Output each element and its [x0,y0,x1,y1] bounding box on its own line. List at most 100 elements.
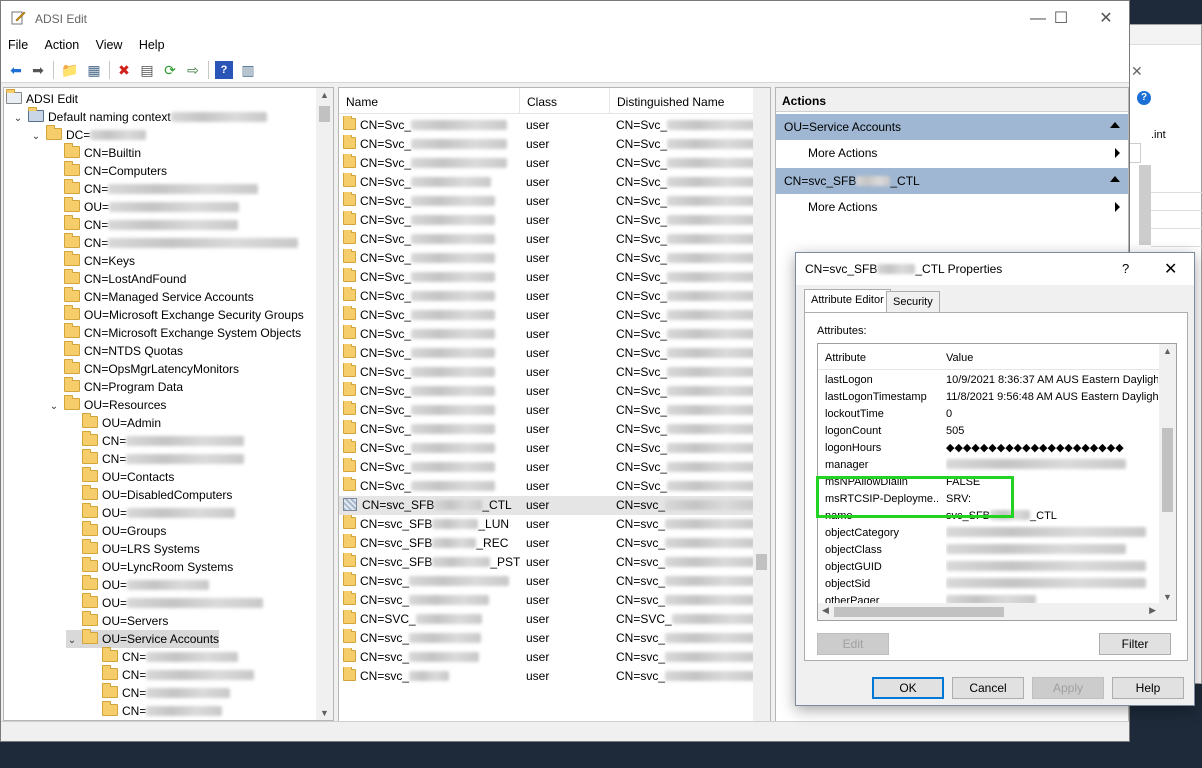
column-value[interactable]: Value [946,352,973,364]
tree-node[interactable]: OU=Contacts [82,467,174,486]
tree-node[interactable]: OU=Microsoft Exchange Security Groups [64,305,304,324]
list-item[interactable]: CN=Svc_ user CN=Svc_ [339,116,755,135]
tree-node[interactable]: ⌄ OU=Resources [48,395,166,414]
attributes-vertical-scrollbar[interactable]: ▲ ▼ [1159,344,1176,604]
collapse-icon[interactable]: ⌄ [12,110,24,128]
tree-node[interactable]: CN= [102,683,231,702]
scroll-down-icon[interactable]: ▼ [1159,592,1176,602]
attribute-row[interactable]: logonHours ◆◆◆◆◆◆◆◆◆◆◆◆◆◆◆◆◆◆◆◆◆ [818,440,1160,457]
column-divider[interactable] [519,88,520,114]
attribute-row[interactable]: objectGUID [818,559,1160,576]
tree-node[interactable]: OU=Admin [82,413,161,432]
list-item[interactable]: CN=svc_SFB _REC user CN=svc_ [339,534,755,553]
dialog-close-button[interactable]: ✕ [1164,259,1177,279]
tree-node[interactable]: OU=Groups [82,521,166,540]
background-scrollbar[interactable] [1139,165,1151,245]
attribute-row[interactable]: objectClass [818,542,1160,559]
tree-node[interactable]: CN=Builtin [64,143,141,162]
list-item[interactable]: CN=Svc_ user CN=Svc_ [339,344,755,363]
tree-node[interactable]: CN= [64,215,239,234]
attributes-horizontal-scrollbar[interactable]: ◀ ▶ [818,603,1176,620]
tree-node[interactable]: OU= [82,593,264,612]
menu-file[interactable]: File [1,35,34,52]
tree-node[interactable]: CN= [82,431,245,450]
list-item[interactable]: CN=svc_SFB _CTL user CN=svc_ [339,496,755,515]
column-attribute[interactable]: Attribute [825,352,866,364]
maximize-button[interactable]: ☐ [1038,7,1084,31]
tree-node[interactable]: CN=NTDS Quotas [64,341,183,360]
tree-node[interactable]: CN= [64,233,299,252]
tree-node[interactable]: OU= [82,503,236,522]
list-item[interactable]: CN=Svc_ user CN=Svc_ [339,439,755,458]
dialog-help-icon[interactable]: ? [1122,261,1129,276]
more-actions-item[interactable]: More Actions [776,140,1128,166]
properties-icon[interactable]: ▤ [138,61,156,79]
apply-button[interactable]: Apply [1032,677,1104,699]
list-item[interactable]: CN=Svc_ user CN=Svc_ [339,420,755,439]
collapse-icon[interactable]: ⌄ [66,632,78,650]
tree-node[interactable]: CN= [102,665,255,684]
menu-action[interactable]: Action [38,35,86,52]
delete-icon[interactable]: ✖ [115,61,133,79]
scroll-up-icon[interactable]: ▲ [1159,346,1176,356]
close-button[interactable]: ✕ [1083,7,1129,31]
tree-vertical-scrollbar[interactable]: ▲ ▼ [316,88,333,720]
scroll-right-icon[interactable]: ▶ [1149,605,1156,616]
list-item[interactable]: CN=svc_ user CN=svc_ [339,648,755,667]
forward-icon[interactable]: ➡ [29,61,47,79]
list-item[interactable]: CN=svc_ user CN=svc_ [339,667,755,686]
list-item[interactable]: CN=svc_SFB _LUN user CN=svc_ [339,515,755,534]
list-item[interactable]: CN=Svc_ user CN=Svc_ [339,401,755,420]
collapse-icon[interactable] [1110,176,1120,182]
tree-node[interactable]: CN= [82,449,245,468]
back-icon[interactable]: ⬅ [7,61,25,79]
list-item[interactable]: CN=svc_ user CN=svc_ [339,572,755,591]
column-name[interactable]: Name [346,95,378,109]
list-item[interactable]: CN=Svc_ user CN=Svc_ [339,192,755,211]
attribute-row[interactable]: lastLogon 10/9/2021 8:36:37 AM AUS Easter… [818,372,1160,389]
tree-node[interactable]: OU= [82,575,210,594]
list-item[interactable]: CN=Svc_ user CN=Svc_ [339,477,755,496]
action-group-service-accounts[interactable]: OU=Service Accounts [776,114,1128,140]
tree-root-adsi-edit[interactable]: ADSI Edit [6,89,78,108]
attribute-row[interactable]: objectSid [818,576,1160,593]
list-item[interactable]: CN=svc_ user CN=svc_ [339,629,755,648]
list-item[interactable]: CN=Svc_ user CN=Svc_ [339,211,755,230]
tree-node[interactable]: CN=Microsoft Exchange System Objects [64,323,301,342]
column-divider[interactable] [609,88,610,114]
edit-button[interactable]: Edit [817,633,889,655]
tree-node[interactable]: CN= [102,701,223,720]
more-actions-item[interactable]: More Actions [776,194,1128,220]
ok-button[interactable]: OK [872,677,944,699]
list-item[interactable]: CN=Svc_ user CN=Svc_ [339,306,755,325]
tree-domain-node[interactable]: ⌄ DC= [30,125,147,146]
list-item[interactable]: CN=Svc_ user CN=Svc_ [339,230,755,249]
tree-node[interactable]: CN=LostAndFound [64,269,186,288]
tree-node[interactable]: OU= [64,197,240,216]
cancel-button[interactable]: Cancel [952,677,1024,699]
list-item[interactable]: CN=SVC_ user CN=SVC_ [339,610,755,629]
tree-node[interactable]: CN= [64,179,259,198]
list-item[interactable]: CN=Svc_ user CN=Svc_ [339,249,755,268]
tree-node-service-accounts[interactable]: ⌄ OU=Service Accounts [66,629,220,650]
attribute-row[interactable]: manager [818,457,1160,474]
show-hide-tree-icon[interactable]: ▦ [85,61,103,79]
tab-attribute-editor[interactable]: Attribute Editor [804,289,891,313]
tree-node[interactable]: OU=LRS Systems [82,539,200,558]
collapse-icon[interactable]: ⌄ [30,128,42,146]
up-folder-icon[interactable]: 📁 [61,61,79,79]
tree-node[interactable]: OU=LyncRoom Systems [82,557,233,576]
help-icon[interactable]: ? [215,61,233,79]
filter-button[interactable]: Filter [1099,633,1171,655]
tree-node[interactable]: OU=DisabledComputers [82,485,232,504]
tree-node[interactable]: CN=Managed Service Accounts [64,287,254,306]
menu-help[interactable]: Help [132,35,171,52]
list-item[interactable]: CN=Svc_ user CN=Svc_ [339,268,755,287]
tree-node[interactable]: CN=Program Data [64,377,183,396]
list-item[interactable]: CN=Svc_ user CN=Svc_ [339,363,755,382]
list-vertical-scrollbar[interactable] [753,88,770,722]
help-icon[interactable]: ? [1137,91,1151,105]
list-item[interactable]: CN=Svc_ user CN=Svc_ [339,325,755,344]
show-hide-action-pane-icon[interactable]: ▥ [239,61,257,79]
list-item[interactable]: CN=Svc_ user CN=Svc_ [339,287,755,306]
